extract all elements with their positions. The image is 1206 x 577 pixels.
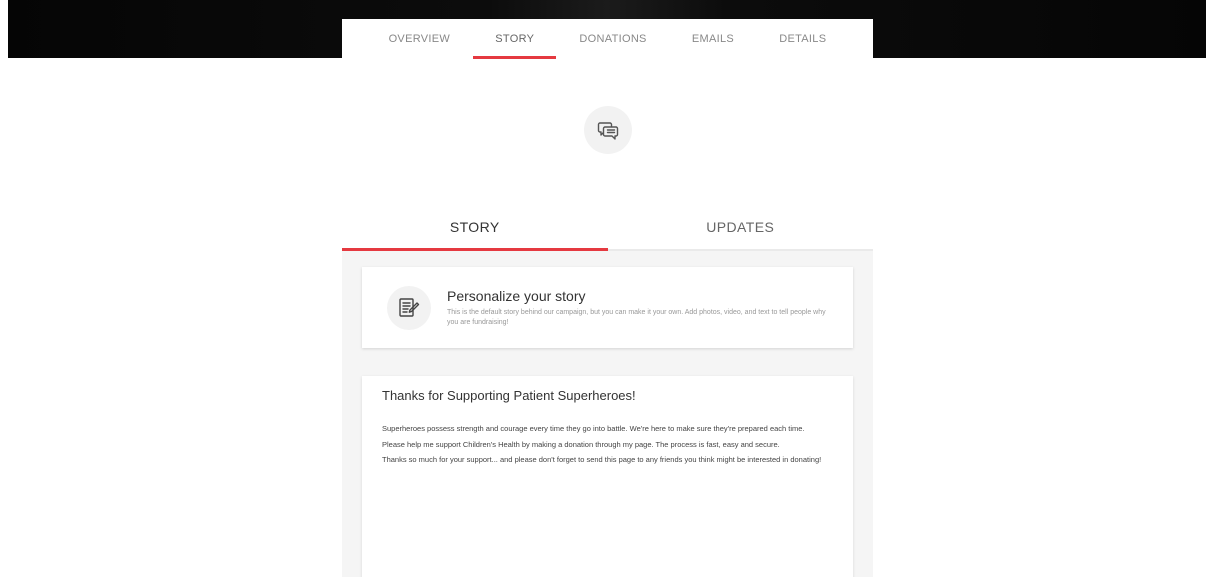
speech-bubbles-icon bbox=[584, 106, 632, 154]
story-subtabs: STORY UPDATES bbox=[342, 206, 873, 251]
personalize-story-card[interactable]: Personalize your story This is the defau… bbox=[362, 267, 853, 348]
subtab-story[interactable]: STORY bbox=[342, 206, 608, 251]
tab-overview[interactable]: OVERVIEW bbox=[367, 19, 473, 59]
document-edit-icon bbox=[387, 285, 431, 330]
tab-emails[interactable]: EMAILS bbox=[670, 19, 756, 59]
story-paragraph: Thanks so much for your support... and p… bbox=[382, 455, 822, 464]
campaign-nav: OVERVIEW STORY DONATIONS EMAILS DETAILS bbox=[342, 19, 873, 59]
story-paragraph: Please help me support Children's Health… bbox=[382, 439, 780, 449]
tab-story[interactable]: STORY bbox=[473, 19, 557, 59]
subtab-updates[interactable]: UPDATES bbox=[608, 206, 874, 249]
personalize-title: Personalize your story bbox=[447, 288, 586, 304]
story-card: Thanks for Supporting Patient Superheroe… bbox=[362, 376, 853, 577]
tab-details[interactable]: DETAILS bbox=[757, 19, 848, 59]
personalize-description: This is the default story behind our cam… bbox=[447, 309, 826, 326]
tab-donations[interactable]: DONATIONS bbox=[557, 19, 668, 59]
story-title: Thanks for Supporting Patient Superheroe… bbox=[382, 388, 636, 403]
story-paragraph: Superheroes possess strength and courage… bbox=[382, 424, 805, 433]
story-content: Personalize your story This is the defau… bbox=[342, 251, 873, 577]
